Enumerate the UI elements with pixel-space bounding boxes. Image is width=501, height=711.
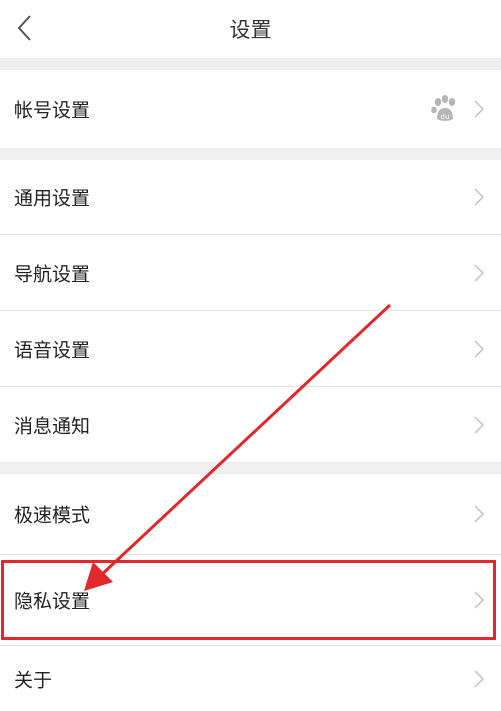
chevron-right-icon [474, 591, 485, 609]
settings-item-label: 导航设置 [14, 263, 91, 285]
page-title: 设置 [229, 18, 272, 42]
section-gap [0, 462, 501, 474]
chevron-right-icon [474, 100, 485, 118]
chevron-right-icon [474, 415, 485, 434]
settings-item-label: 隐私设置 [14, 590, 91, 613]
settings-item-speed-mode[interactable]: 极速模式 [0, 474, 501, 554]
title-bar: 设置 [0, 0, 501, 58]
settings-item-label: 关于 [14, 669, 53, 691]
settings-item-notifications[interactable]: 消息通知 [0, 387, 501, 462]
settings-item-navigation[interactable]: 导航设置 [0, 235, 501, 310]
chevron-right-icon [474, 669, 485, 688]
chevron-right-icon [474, 188, 485, 206]
settings-item-privacy[interactable]: 隐私设置 [0, 555, 501, 645]
baidu-paw-icon: du [431, 95, 456, 121]
chevron-right-icon [474, 263, 485, 282]
section-gap [0, 148, 501, 160]
svg-text:du: du [441, 113, 450, 121]
settings-item-account[interactable]: 帐号设置 du [0, 70, 501, 148]
settings-item-label: 帐号设置 [14, 99, 91, 122]
settings-item-general[interactable]: 通用设置 [0, 160, 501, 234]
settings-item-label: 消息通知 [14, 415, 91, 437]
chevron-right-icon [474, 505, 485, 523]
section-gap [0, 58, 501, 70]
settings-item-label: 通用设置 [14, 187, 91, 210]
settings-item-about[interactable]: 关于 [0, 646, 501, 711]
settings-item-label: 极速模式 [14, 504, 91, 527]
chevron-right-icon [474, 339, 485, 358]
settings-item-voice[interactable]: 语音设置 [0, 311, 501, 386]
settings-item-label: 语音设置 [14, 339, 91, 361]
